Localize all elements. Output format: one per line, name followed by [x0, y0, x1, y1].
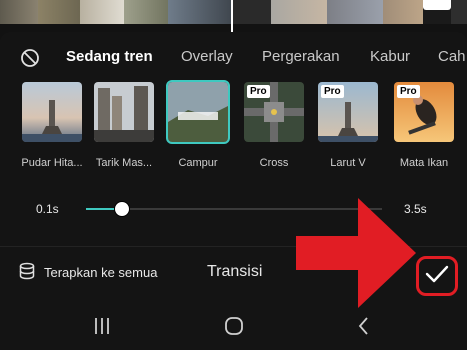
back-icon[interactable] — [350, 314, 378, 338]
timeline-clip-thumbnail — [383, 0, 423, 24]
tab-sedang-tren[interactable]: Sedang tren — [66, 48, 153, 65]
timeline-clip-thumbnail — [451, 0, 467, 24]
timeline-clip-thumbnail — [271, 0, 327, 24]
category-tabs: Sedang tren Overlay Pergerakan Kabur Cah — [0, 44, 467, 72]
timeline-clip-thumbnail — [233, 0, 271, 24]
effect-label: Mata Ikan — [399, 157, 449, 169]
effect-item-cross[interactable]: Pro Cross — [242, 82, 306, 169]
tab-pergerakan[interactable]: Pergerakan — [262, 48, 340, 65]
tab-kabur[interactable]: Kabur — [370, 48, 410, 65]
playhead[interactable] — [231, 0, 233, 32]
check-icon — [424, 263, 450, 290]
tab-overlay[interactable]: Overlay — [181, 48, 233, 65]
effect-label: Larut V — [330, 157, 366, 169]
timeline-clip-thumbnail — [327, 0, 383, 24]
tab-cah[interactable]: Cah — [438, 48, 466, 65]
effect-item-campur[interactable]: Campur — [166, 80, 230, 169]
apply-to-all-button[interactable]: Terapkan ke semua — [18, 262, 157, 283]
panel-title: Transisi — [207, 263, 263, 280]
effect-thumbnail: Pro — [318, 82, 378, 142]
effect-list: Pudar Hita... Tarik Mas... Campur Pro Cr… — [0, 80, 467, 182]
effect-label: Campur — [178, 157, 218, 169]
duration-min-label: 0.1s — [36, 202, 59, 216]
effect-thumbnail: Pro — [244, 82, 304, 142]
timeline-clip-thumbnail — [80, 0, 124, 24]
timeline-clip-thumbnail — [168, 0, 231, 24]
timeline-clip-thumbnail — [0, 0, 38, 24]
effect-label: Cross — [259, 157, 289, 169]
timeline-strip[interactable] — [0, 0, 467, 24]
pro-badge: Pro — [397, 85, 420, 98]
pro-badge: Pro — [247, 85, 270, 98]
apply-to-all-label: Terapkan ke semua — [44, 265, 158, 280]
effect-item-tarik-mas[interactable]: Tarik Mas... — [92, 82, 156, 169]
annotation-arrow — [296, 198, 420, 313]
effect-item-mata-ikan[interactable]: Pro Mata Ikan — [392, 82, 456, 169]
effect-item-pudar-hitam[interactable]: Pudar Hita... — [20, 82, 84, 169]
confirm-button[interactable] — [416, 256, 458, 296]
effect-thumbnail-selected — [166, 80, 230, 144]
timeline-clip-thumbnail — [38, 0, 80, 24]
effect-thumbnail — [94, 82, 154, 142]
no-transition-icon[interactable] — [19, 47, 41, 69]
timeline-marker — [423, 0, 451, 10]
effect-thumbnail — [22, 82, 82, 142]
duration-slider-handle[interactable] — [114, 201, 130, 217]
home-icon[interactable] — [220, 314, 248, 338]
timeline-clip-thumbnail — [124, 0, 168, 24]
effect-label: Tarik Mas... — [95, 157, 153, 169]
layers-icon — [18, 262, 36, 283]
recent-apps-icon[interactable] — [88, 314, 116, 338]
pro-badge: Pro — [321, 85, 344, 98]
effect-item-larut-v[interactable]: Pro Larut V — [316, 82, 380, 169]
effect-thumbnail: Pro — [394, 82, 454, 142]
